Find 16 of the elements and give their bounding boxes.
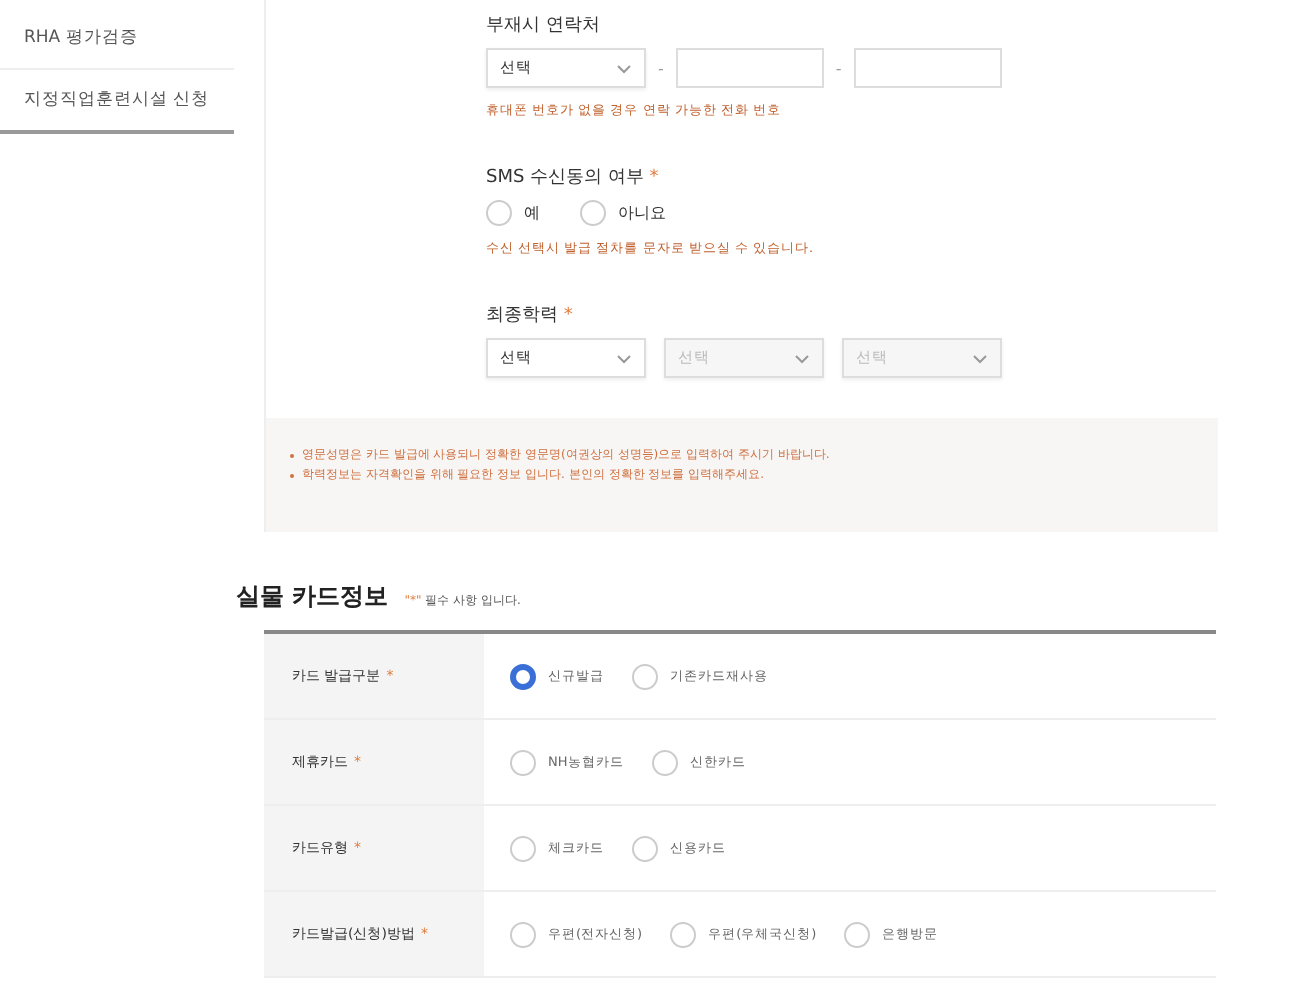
phone-input-field[interactable] <box>853 48 1002 88</box>
separator: - <box>835 59 842 77</box>
separator: - <box>658 59 664 77</box>
sidebar-item[interactable]: 지정직업훈련시설 신청 <box>0 70 234 134</box>
chevron-icon <box>616 63 632 73</box>
radio-option[interactable]: 예 <box>486 200 540 226</box>
field-label: SMS 수신동의 여부 * <box>486 166 661 190</box>
section-title: 실물 카드정보 <box>236 580 389 614</box>
chevron-icon <box>794 353 810 363</box>
chevron-icon <box>616 353 632 363</box>
chevron-icon <box>972 353 988 363</box>
sidebar-item[interactable]: RHA 평가검증 <box>0 8 234 70</box>
radio-option[interactable]: 아니요 <box>580 200 666 226</box>
field-label: 최종학력 * <box>486 304 575 328</box>
field-label: 부재시 연락처 <box>486 14 602 38</box>
phone-input-field[interactable] <box>675 48 824 88</box>
